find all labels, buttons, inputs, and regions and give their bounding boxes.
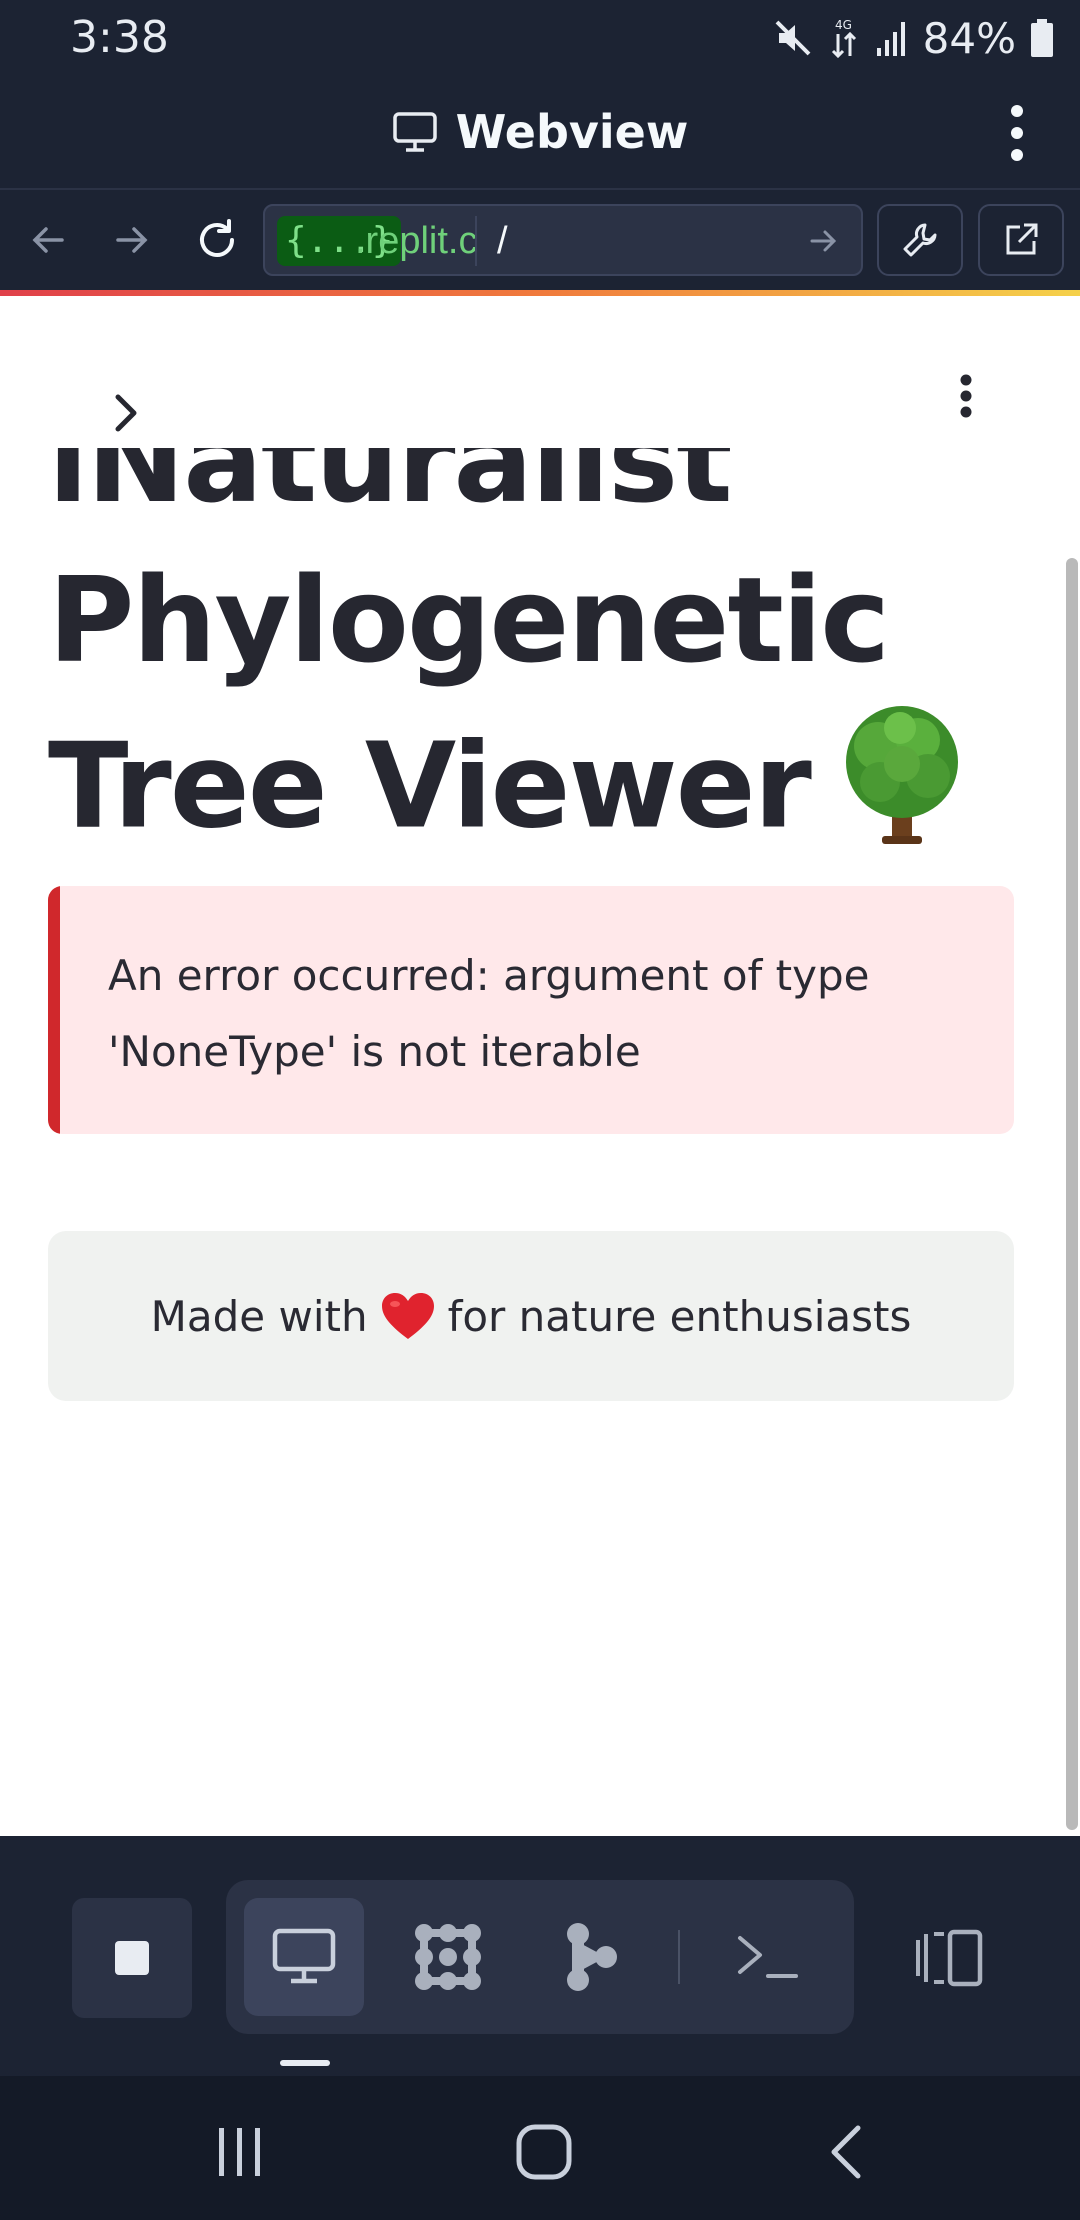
devtools-button[interactable] [877, 204, 963, 276]
error-alert: An error occurred: argument of type 'Non… [48, 886, 1014, 1134]
reload-button[interactable] [185, 208, 249, 272]
reload-icon [200, 219, 234, 257]
tab-divider [678, 1930, 680, 1984]
tab-git[interactable] [532, 1898, 652, 2016]
chevron-right-icon [115, 394, 137, 432]
tool-tabs [226, 1880, 854, 2034]
data-4g-icon: 4G [831, 18, 856, 59]
title-line-2: Tree Viewer [48, 700, 988, 889]
wrench-icon [903, 223, 937, 257]
error-message-line-1: An error occurred: argument of type [108, 951, 870, 1000]
tab-webview[interactable] [244, 1898, 364, 2016]
signal-icon [876, 22, 905, 56]
battery-percentage: 84% [922, 13, 1016, 63]
packages-icon [415, 1924, 481, 1990]
status-time: 3:38 [70, 12, 169, 63]
arrow-left-icon [32, 227, 64, 253]
monitor-icon [392, 112, 437, 152]
url-domain: .replit.c [355, 220, 475, 262]
back-chevron-icon [831, 2125, 861, 2179]
workspace-toolbar [0, 1836, 1080, 2076]
external-link-icon [1006, 223, 1038, 255]
url-separator [475, 216, 477, 266]
status-icons: 4G 84% [773, 12, 1054, 64]
mute-icon [775, 20, 811, 56]
arrow-right-icon [116, 227, 148, 253]
header-title: Webview [455, 105, 689, 159]
active-tab-indicator [280, 2060, 330, 2066]
footer-text-before: Made with [150, 1291, 368, 1341]
scrollbar-track[interactable] [1064, 296, 1080, 1836]
recent-apps-button[interactable] [200, 2112, 280, 2192]
split-pane-icon [916, 1929, 983, 1987]
tab-shell[interactable] [708, 1898, 828, 2016]
system-back-button[interactable] [806, 2112, 886, 2192]
kebab-menu-icon [960, 374, 972, 418]
layout-toggle-button[interactable] [904, 1898, 994, 2018]
terminal-icon [738, 1936, 798, 1978]
go-button[interactable] [801, 218, 847, 264]
open-external-button[interactable] [978, 204, 1064, 276]
title-line-1: Phylogenetic [48, 551, 890, 689]
more-options-button[interactable] [982, 98, 1052, 168]
system-nav-bar [0, 2076, 1080, 2220]
forward-button[interactable] [100, 208, 164, 272]
footer-text-after: for nature enthusiasts [447, 1291, 912, 1341]
home-button[interactable] [504, 2112, 584, 2192]
page-title: iNaturalist Phylogenetic Tree Viewer [48, 448, 988, 889]
status-bar: 3:38 4G 84% [0, 0, 1080, 76]
title-line-2-text: Tree Viewer [48, 716, 812, 855]
stop-button[interactable] [72, 1898, 192, 2018]
heart-icon [381, 1293, 434, 1339]
webview-content[interactable]: iNaturalist Phylogenetic Tree Viewer An … [0, 296, 1080, 1836]
battery-icon [1031, 19, 1053, 57]
title-partial-line: iNaturalist [48, 448, 733, 529]
url-path: / [497, 220, 508, 262]
error-accent-bar [48, 886, 60, 1134]
go-arrow-icon [810, 230, 837, 252]
home-icon [516, 2124, 572, 2180]
app-main-menu-button[interactable] [946, 368, 986, 424]
back-button[interactable] [16, 208, 80, 272]
sidebar-expand-button[interactable] [104, 386, 148, 440]
recent-apps-icon [219, 2128, 260, 2176]
git-branch-icon [567, 1923, 617, 1991]
scrollbar-thumb[interactable] [1066, 558, 1078, 1830]
stop-icon [115, 1941, 149, 1975]
svg-text:4G: 4G [835, 18, 852, 32]
monitor-icon [272, 1928, 336, 1984]
tab-packages[interactable] [388, 1898, 508, 2016]
kebab-menu-icon [1011, 105, 1023, 161]
footer-note: Made with for nature enthusiasts [48, 1231, 1014, 1401]
url-toolbar: {...} .replit.c / [0, 190, 1080, 290]
url-input[interactable]: {...} .replit.c / [263, 204, 863, 276]
webview-header: Webview [0, 76, 1080, 190]
error-message-line-2: 'NoneType' is not iterable [108, 1027, 641, 1076]
tree-icon [832, 700, 972, 889]
